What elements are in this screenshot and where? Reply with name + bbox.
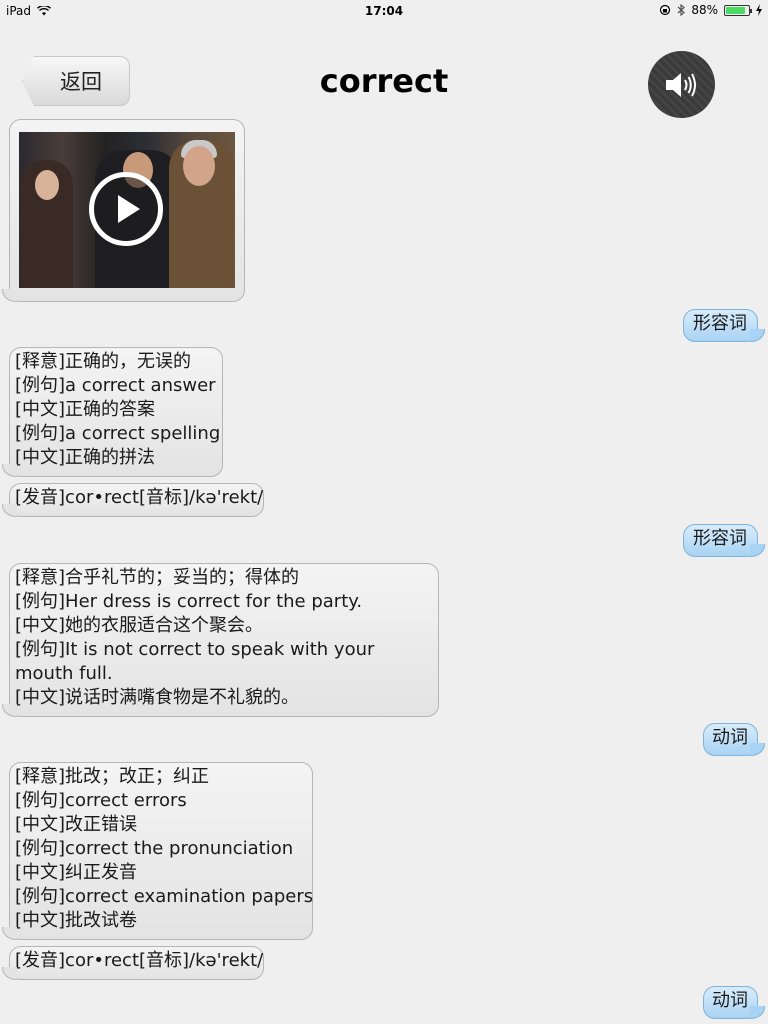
definition-bubble: [释意]正确的，无误的 [例句]a correct answer [中文]正确的… xyxy=(2,347,223,477)
definition-line: [例句]correct errors xyxy=(15,790,187,811)
definition-line: [中文]改正错误 xyxy=(15,814,138,835)
definition-bubble: [释意]合乎礼节的；妥当的；得体的 [例句]Her dress is corre… xyxy=(2,563,439,717)
video-message xyxy=(2,119,245,302)
pos-tag: 形容词 xyxy=(693,528,747,549)
definition-line: [中文]纠正发音 xyxy=(15,862,138,883)
pos-tag: 动词 xyxy=(712,990,748,1011)
definition-line: [例句]Her dress is correct for the party. xyxy=(15,591,363,612)
pronunciation-text: [发音]cor•rect[音标]/kə'rekt/ xyxy=(15,487,264,508)
play-button[interactable] xyxy=(89,172,163,246)
video-person-3 xyxy=(169,140,235,288)
bluetooth-icon xyxy=(677,4,686,16)
video-thumbnail[interactable] xyxy=(19,132,235,288)
definition-line: [释意]批改；改正；纠正 xyxy=(15,766,210,787)
definition-line: [例句]correct the pronunciation xyxy=(15,838,294,859)
rotation-lock-icon xyxy=(660,4,671,16)
video-person-1 xyxy=(21,160,73,288)
definition-line: [中文]正确的拼法 xyxy=(15,447,156,468)
pos-tag: 形容词 xyxy=(693,313,747,334)
pos-tag: 动词 xyxy=(712,727,748,748)
definition-line: [例句]correct examination papers xyxy=(15,886,314,907)
battery-icon xyxy=(724,4,752,16)
status-time: 17:04 xyxy=(364,4,404,18)
battery-percent: 88% xyxy=(691,3,718,17)
pronunciation-text: [发音]cor•rect[音标]/kə'rekt/ xyxy=(15,950,264,971)
pronounce-button[interactable] xyxy=(648,51,715,118)
speaker-icon xyxy=(665,72,696,97)
definition-bubble: [释意]批改；改正；纠正 [例句]correct errors [中文]改正错误… xyxy=(2,762,314,940)
charging-icon xyxy=(756,4,762,16)
definition-line: [中文]说话时满嘴食物是不礼貌的。 xyxy=(15,687,300,708)
pos-tag-bubble: 动词 xyxy=(703,723,765,756)
definition-line: [例句]a correct spelling xyxy=(15,423,221,444)
pos-tag-bubble: 形容词 xyxy=(683,524,765,557)
pronunciation-bubble: [发音]cor•rect[音标]/kə'rekt/ xyxy=(2,946,264,980)
definition-line: [释意]正确的，无误的 xyxy=(15,351,192,372)
definition-line: [例句]a correct answer xyxy=(15,375,216,396)
status-bar: iPad 17:04 88% xyxy=(0,0,768,22)
definition-line: [中文]她的衣服适合这个聚会。 xyxy=(15,615,264,636)
definition-line: [释意]合乎礼节的；妥当的；得体的 xyxy=(15,567,300,588)
pos-tag-bubble: 形容词 xyxy=(683,309,765,342)
pronunciation-bubble: [发音]cor•rect[音标]/kə'rekt/ xyxy=(2,483,264,517)
play-icon xyxy=(118,195,140,223)
pos-tag-bubble: 动词 xyxy=(703,986,765,1019)
definition-line: [中文]批改试卷 xyxy=(15,910,138,931)
definition-line: [中文]正确的答案 xyxy=(15,399,156,420)
definition-line: [例句]It is not correct to speak with your… xyxy=(15,639,375,684)
